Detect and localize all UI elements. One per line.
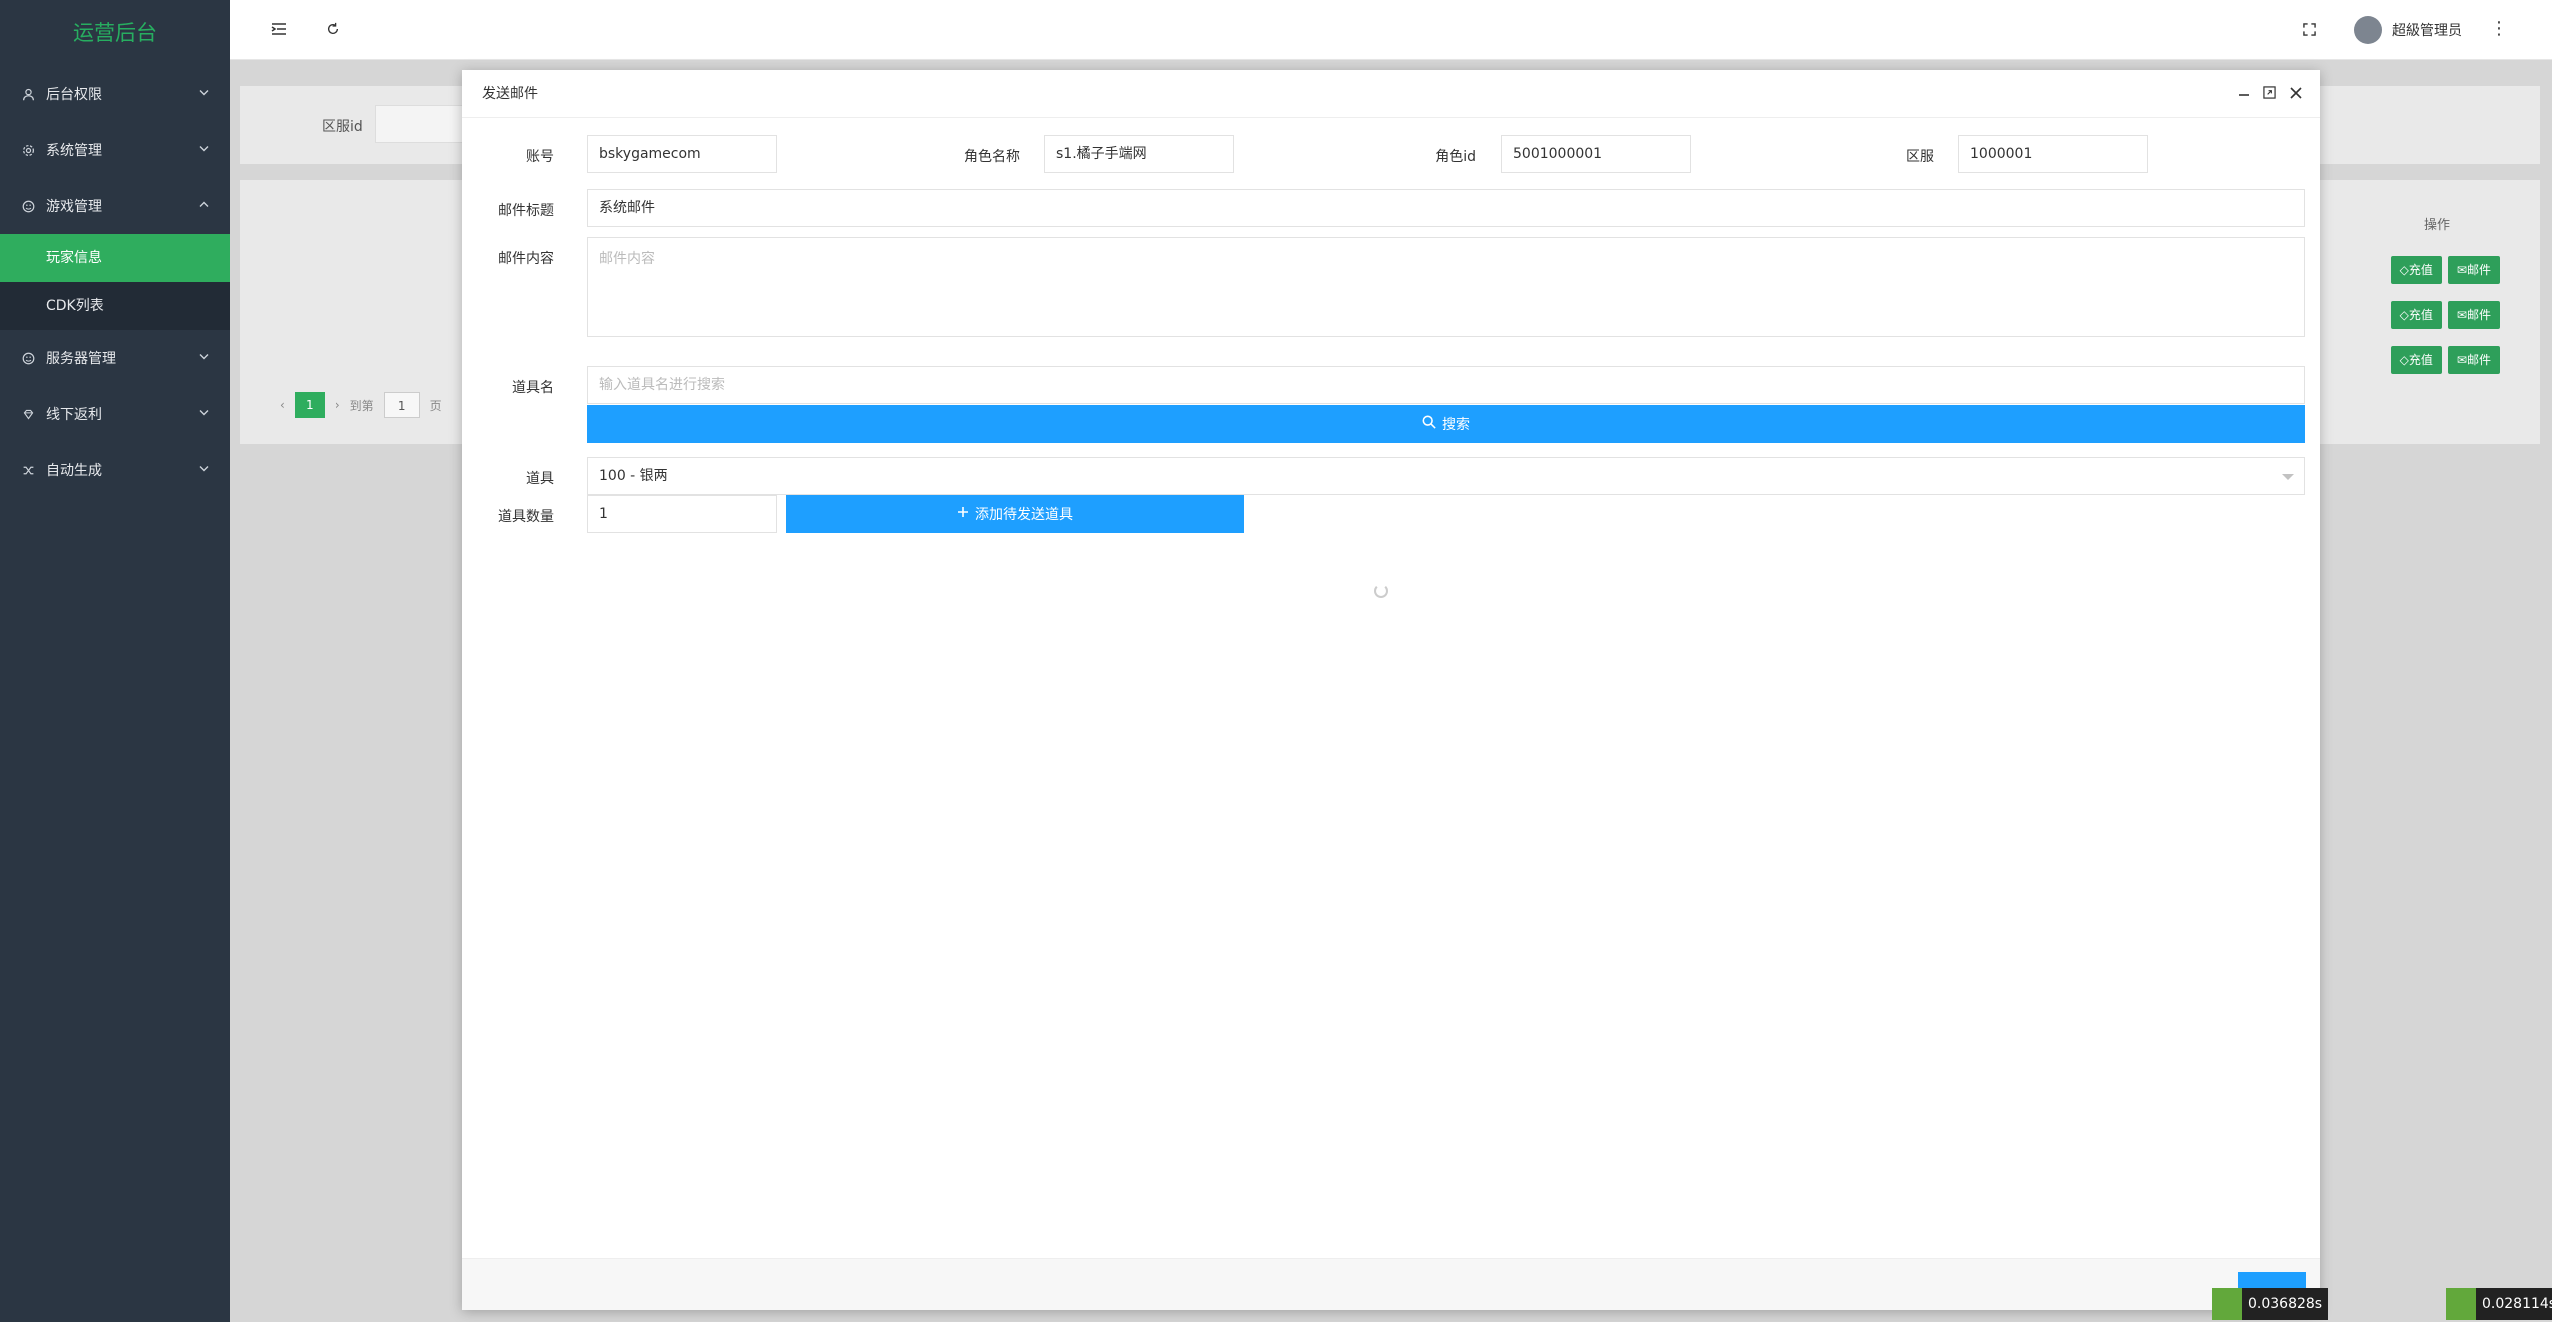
mail-content-label: 邮件内容 xyxy=(498,251,554,267)
loading-spinner-icon xyxy=(1374,584,1388,598)
chevron-down-icon xyxy=(198,87,210,102)
role-id-label: 角色id xyxy=(1435,149,1476,165)
dialog-title: 发送邮件 xyxy=(482,86,538,102)
chevron-down-icon xyxy=(198,463,210,478)
app-logo: 运营后台 xyxy=(73,21,157,45)
recharge-button[interactable]: ◇充值 xyxy=(2390,346,2442,374)
mail-button[interactable]: ✉邮件 xyxy=(2447,301,2500,329)
server-label: 区服 xyxy=(1906,149,1934,165)
more-vertical-icon[interactable]: ⋮ xyxy=(2490,18,2508,39)
server-input[interactable]: 1000001 xyxy=(1958,135,2148,173)
user-icon xyxy=(20,86,36,102)
search-button-label: 搜索 xyxy=(1442,417,1470,433)
dialog-footer xyxy=(462,1258,2320,1310)
item-name-search-input[interactable]: 输入道具名进行搜索 xyxy=(587,366,2305,404)
smile-icon xyxy=(20,198,36,214)
goto-label: 到第 xyxy=(349,398,374,413)
item-qty-input[interactable]: 1 xyxy=(587,495,777,533)
prev-page-icon[interactable]: ‹ xyxy=(280,398,285,412)
chevron-up-icon xyxy=(198,199,210,214)
smile-icon xyxy=(20,350,36,366)
operation-column-header: 操作 xyxy=(2423,218,2450,233)
account-input[interactable]: bskygamecom xyxy=(587,135,777,173)
menu-label: 自动生成 xyxy=(46,463,102,479)
menu-label: 系统管理 xyxy=(46,143,102,159)
gear-icon xyxy=(20,142,36,158)
item-name-label: 道具名 xyxy=(512,380,554,396)
table-row-actions: ◇充值 ✉邮件 xyxy=(2390,301,2500,329)
menu-label: 游戏管理 xyxy=(46,199,102,215)
item-label: 道具 xyxy=(526,471,554,487)
next-page-icon[interactable]: › xyxy=(335,398,340,412)
menu-item-server-management[interactable]: 服务器管理 xyxy=(0,330,230,386)
diamond-icon xyxy=(20,406,36,422)
user-menu[interactable]: 超級管理员 xyxy=(2354,16,2462,44)
top-bar: 超級管理员 ⋮ xyxy=(230,0,2552,60)
sidebar-item-player-info[interactable]: 玩家信息 xyxy=(0,234,230,282)
role-id-input[interactable]: 5001000001 xyxy=(1501,135,1691,173)
sidebar-item-cdk-list[interactable]: CDK列表 xyxy=(0,282,230,330)
menu-item-offline-rebate[interactable]: 线下返利 xyxy=(0,386,230,442)
item-select-value: 100 - 银两 xyxy=(599,468,668,484)
sidebar: 运营后台 后台权限 系统管理 游戏管理 玩家信息 CDK列表 服务器管理 线下返… xyxy=(0,0,230,1322)
dropdown-arrow-icon xyxy=(2282,474,2294,480)
menu-label: 后台权限 xyxy=(46,87,102,103)
table-row-actions: ◇充值 ✉邮件 xyxy=(2390,346,2500,374)
server-id-label: 区服id xyxy=(322,119,363,135)
add-item-button[interactable]: 添加待发送道具 xyxy=(786,495,1244,533)
maximize-icon[interactable] xyxy=(2263,70,2276,118)
recharge-button[interactable]: ◇充值 xyxy=(2390,256,2442,284)
menu-item-system-management[interactable]: 系统管理 xyxy=(0,122,230,178)
chevron-down-icon xyxy=(198,351,210,366)
page-suffix: 页 xyxy=(429,398,442,413)
dialog-header: 发送邮件 xyxy=(462,70,2320,118)
search-icon xyxy=(1422,415,1436,433)
table-row-actions: ◇充值 ✉邮件 xyxy=(2390,256,2500,284)
send-mail-dialog: 发送邮件 账号 bskygamecom 角色名称 s1.橘子手端网 角色id 5… xyxy=(462,70,2320,1310)
refresh-icon[interactable] xyxy=(322,18,344,40)
search-button[interactable]: 搜索 xyxy=(587,405,2305,443)
user-name: 超級管理员 xyxy=(2392,23,2462,39)
mail-title-label: 邮件标题 xyxy=(498,203,554,219)
fullscreen-icon[interactable] xyxy=(2298,18,2320,40)
chevron-down-icon xyxy=(198,407,210,422)
recharge-button[interactable]: ◇充值 xyxy=(2390,301,2442,329)
mail-button[interactable]: ✉邮件 xyxy=(2447,256,2500,284)
item-qty-label: 道具数量 xyxy=(498,509,554,525)
debug-toolbar-icon xyxy=(2446,1288,2476,1320)
mail-button[interactable]: ✉邮件 xyxy=(2447,346,2500,374)
item-select[interactable]: 100 - 银两 xyxy=(587,457,2305,495)
menu-item-auto-generate[interactable]: 自动生成 xyxy=(0,442,230,498)
close-icon[interactable] xyxy=(2290,70,2302,118)
menu-item-game-management[interactable]: 游戏管理 xyxy=(0,178,230,234)
pagination: ‹ 1 › 到第 1 页 xyxy=(280,392,442,418)
game-management-submenu: 玩家信息 CDK列表 xyxy=(0,234,230,330)
add-item-button-label: 添加待发送道具 xyxy=(975,507,1073,523)
avatar xyxy=(2354,16,2382,44)
shuffle-icon xyxy=(20,462,36,478)
current-page[interactable]: 1 xyxy=(294,392,325,418)
mail-content-textarea[interactable]: 邮件内容 xyxy=(587,237,2305,337)
debug-timer: 0.028114s xyxy=(2446,1288,2552,1320)
goto-page-input[interactable]: 1 xyxy=(383,392,420,418)
menu-label: 线下返利 xyxy=(46,407,102,423)
menu-item-backend-permissions[interactable]: 后台权限 xyxy=(0,66,230,122)
menu-label: 服务器管理 xyxy=(46,351,116,367)
role-name-label: 角色名称 xyxy=(964,149,1020,165)
debug-timer: 0.036828s xyxy=(2212,1288,2329,1320)
account-label: 账号 xyxy=(526,149,554,165)
debug-toolbar-icon xyxy=(2212,1288,2242,1320)
menu-toggle-icon[interactable] xyxy=(268,18,290,40)
role-name-input[interactable]: s1.橘子手端网 xyxy=(1044,135,1234,173)
chevron-down-icon xyxy=(198,143,210,158)
minimize-icon[interactable] xyxy=(2238,70,2250,118)
plus-icon xyxy=(957,506,969,522)
mail-title-input[interactable]: 系统邮件 xyxy=(587,189,2305,227)
